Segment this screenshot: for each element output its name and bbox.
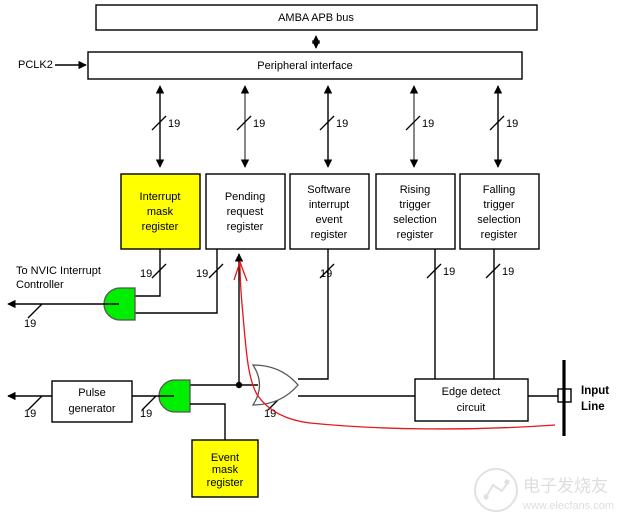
software-interrupt-event-register-line-1: Software — [307, 184, 350, 196]
interrupt-mask-register-line-1: Interrupt — [140, 191, 181, 203]
watermark-url-text: www.elecfans.com — [522, 500, 614, 512]
bus-width-nvic-output: 19 — [24, 318, 36, 330]
input-line-label-1: Input — [581, 385, 609, 397]
watermark-dot-1 — [483, 494, 489, 500]
bus-slash-nvic-output — [27, 303, 43, 319]
rising-trigger-selection-register-line-4: register — [397, 229, 434, 241]
pulse-generator-line-2: generator — [68, 403, 115, 415]
rising-trigger-selection-register-line-3: selection — [393, 214, 436, 226]
bus-width-software-interrupt: 19 — [336, 118, 348, 130]
rising-trigger-selection-register-line-1: Rising — [400, 184, 431, 196]
watermark: 电子发烧友 www.elecfans.com — [474, 468, 614, 512]
watermark-brand-text: 电子发烧友 — [523, 476, 608, 495]
wire-event-mask-to-and-gate — [190, 403, 226, 440]
falling-trigger-selection-register-line-2: trigger — [483, 199, 515, 211]
watermark-logo-stroke — [485, 481, 509, 498]
event-mask-register-line-3: register — [207, 477, 244, 489]
event-mask-register-line-2: mask — [212, 464, 239, 476]
diagram-canvas: AMBA APB bus Peripheral interface PCLK2 … — [7, 4, 614, 512]
pending-request-register-line-1: Pending — [225, 191, 265, 203]
watermark-logo-icon — [474, 468, 518, 512]
software-interrupt-event-register-line-4: register — [311, 229, 348, 241]
pending-request-register-line-3: register — [227, 221, 264, 233]
input-line-label-2: Line — [581, 401, 605, 413]
bus-width-pulse-to-and: 19 — [140, 408, 152, 420]
interrupt-mask-register-line-3: register — [142, 221, 179, 233]
pclk2-label: PCLK2 — [18, 59, 53, 71]
software-interrupt-event-register-line-3: event — [316, 214, 343, 226]
bus-slash-software-interrupt — [319, 115, 335, 131]
wire-pending-request-to-and-gate — [135, 249, 218, 314]
bus-slash-falling-trigger — [489, 115, 505, 131]
bus-width-edge-to-or: 19 — [264, 408, 276, 420]
edge-detect-circuit-line-1: Edge detect — [442, 386, 501, 398]
bus-width-pending-to-and: 19 — [196, 268, 208, 280]
bus-slash-pending-request — [236, 115, 252, 131]
falling-trigger-selection-register-line-4: register — [481, 229, 518, 241]
bus-width-software-to-or: 19 — [320, 268, 332, 280]
interrupt-mask-register-line-2: mask — [147, 206, 174, 218]
bus-slash-mask-to-and — [151, 263, 167, 279]
bus-slash-interrupt-mask — [151, 115, 167, 131]
exti-block-diagram: AMBA APB bus Peripheral interface PCLK2 … — [0, 0, 622, 526]
bus-width-falling-to-edge: 19 — [502, 266, 514, 278]
bus-slash-pending-to-and — [208, 263, 224, 279]
bus-width-interrupt-mask: 19 — [168, 118, 180, 130]
bus-slash-rising-trigger — [405, 115, 421, 131]
falling-trigger-selection-register-line-3: selection — [477, 214, 520, 226]
bus-width-rising-to-edge: 19 — [443, 266, 455, 278]
software-interrupt-event-register-line-2: interrupt — [309, 199, 349, 211]
bus-width-pulse-out: 19 — [24, 408, 36, 420]
bus-width-mask-to-and: 19 — [140, 268, 152, 280]
rising-trigger-selection-register-line-2: trigger — [399, 199, 431, 211]
pulse-generator-line-1: Pulse — [78, 387, 106, 399]
edge-detect-circuit-line-2: circuit — [457, 402, 486, 414]
peripheral-interface-label: Peripheral interface — [257, 60, 352, 72]
bus-width-pending-request: 19 — [253, 118, 265, 130]
pending-request-register-line-2: request — [227, 206, 264, 218]
bus-width-rising-trigger: 19 — [422, 118, 434, 130]
bus-slash-falling-to-edge — [485, 263, 501, 279]
bus-slash-rising-to-edge — [426, 263, 442, 279]
falling-trigger-selection-register-line-1: Falling — [483, 184, 515, 196]
event-mask-register-line-1: Event — [211, 452, 239, 464]
nvic-label-line-1: To NVIC Interrupt — [16, 265, 101, 277]
watermark-dot-2 — [504, 479, 510, 485]
bus-width-falling-trigger: 19 — [506, 118, 518, 130]
nvic-label-line-2: Controller — [16, 279, 64, 291]
amba-apb-bus-label: AMBA APB bus — [278, 12, 354, 24]
